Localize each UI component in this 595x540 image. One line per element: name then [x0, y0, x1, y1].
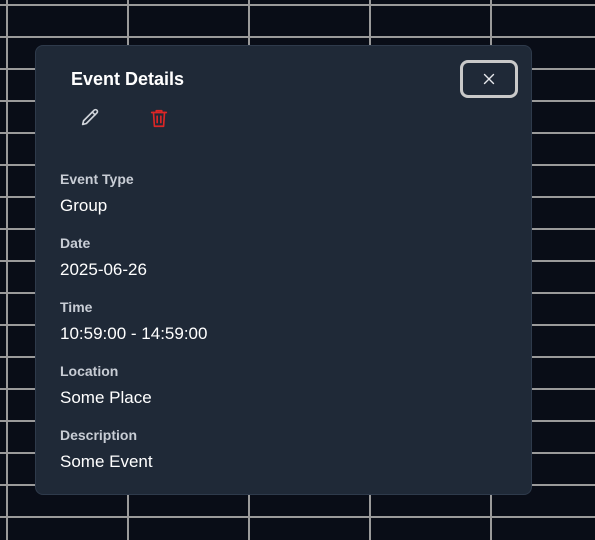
- field-label: Location: [60, 363, 119, 379]
- field-value: 10:59:00 - 14:59:00: [60, 324, 208, 343]
- field-label: Description: [60, 427, 138, 443]
- field-time: Time 10:59:00 - 14:59:00: [60, 298, 207, 345]
- field-event-type: Event Type Group: [60, 170, 134, 217]
- field-label: Event Type: [60, 171, 134, 187]
- field-value: Some Event: [60, 452, 153, 471]
- field-label: Date: [60, 235, 91, 251]
- trash-icon: [150, 109, 168, 128]
- field-date: Date 2025-06-26: [60, 234, 147, 281]
- event-details-modal: Event Details Event Type Group Date 2025…: [35, 45, 532, 495]
- field-value: 2025-06-26: [60, 260, 147, 279]
- field-value: Some Place: [60, 388, 152, 407]
- field-value: Group: [60, 196, 108, 215]
- field-label: Time: [60, 299, 93, 315]
- field-location: Location Some Place: [60, 362, 152, 409]
- edit-button[interactable]: [76, 104, 104, 132]
- field-description: Description Some Event: [60, 426, 153, 473]
- modal-title: Event Details: [71, 69, 185, 89]
- delete-button[interactable]: [145, 104, 173, 132]
- pencil-icon: [81, 108, 99, 126]
- close-button[interactable]: [460, 60, 518, 98]
- close-icon: [483, 73, 495, 85]
